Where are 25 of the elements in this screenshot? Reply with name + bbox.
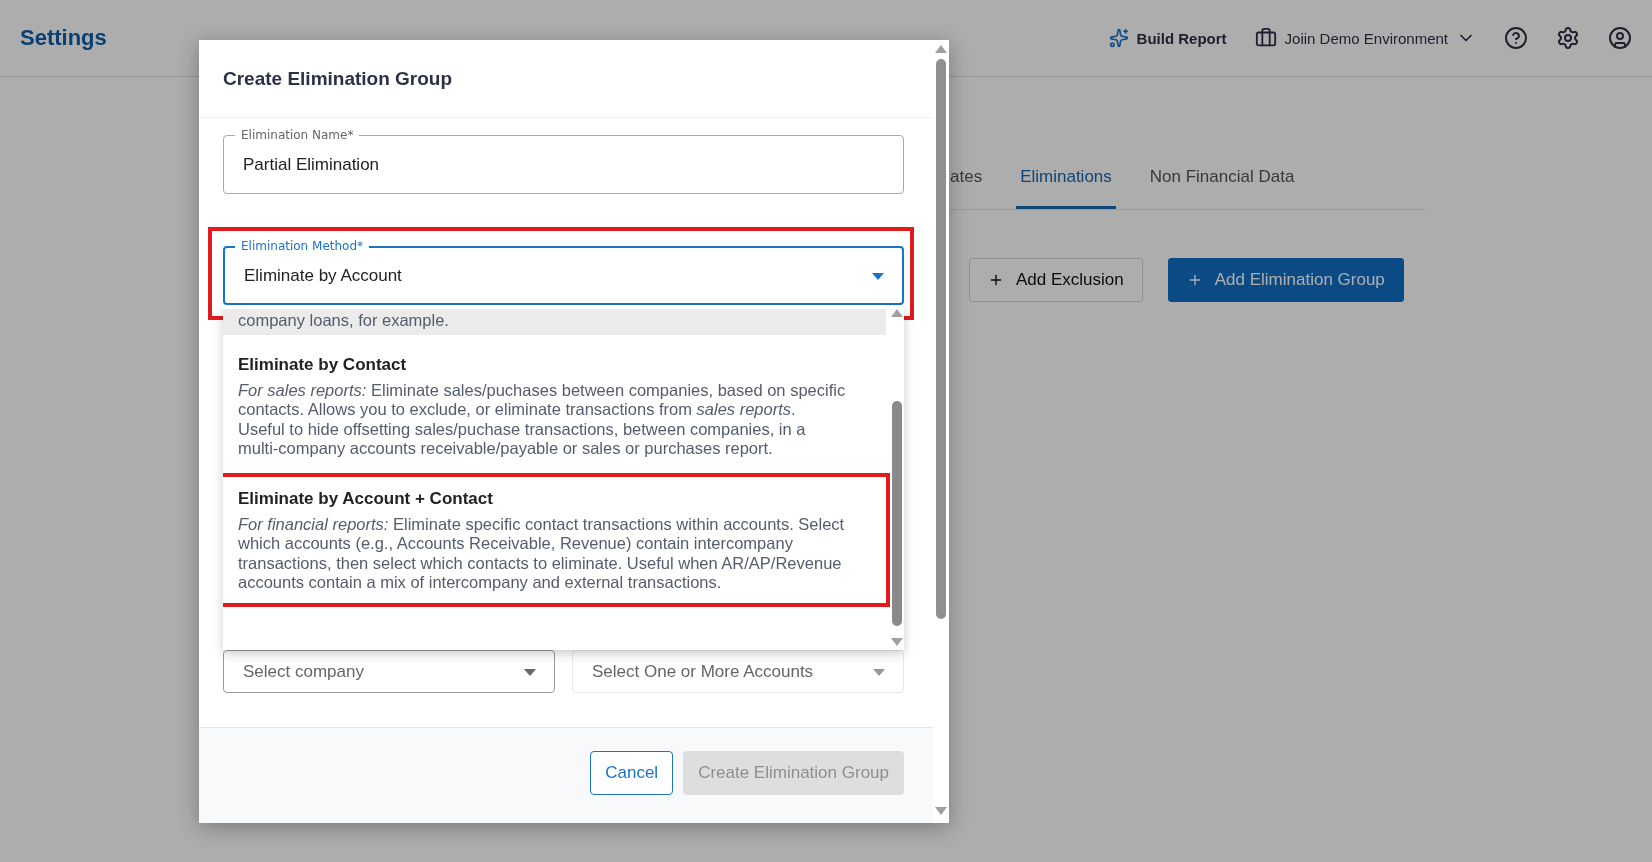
option-description: For financial reports: Eliminate specific contact transactions within accounts. Select which accounts (e.g., Accounts Receivable, Revenue) contain intercompany transactions, then select which contacts to eliminate. Useful when AR/AP/Revenue accounts contain a mix of intercompany and external transactions. <box>238 514 846 593</box>
page-title: Settings <box>20 25 108 51</box>
menu-option[interactable]: company loans, for example. <box>223 309 886 335</box>
add-group-button[interactable]: Add Elimination Group <box>1167 258 1404 302</box>
dialog-title: Create Elimination Group <box>223 67 453 90</box>
option-title: Eliminate by Contact <box>238 354 408 375</box>
sparkle-icon[interactable] <box>1108 28 1129 48</box>
add-exclusion-button[interactable]: Add Exclusion <box>969 258 1143 302</box>
caret-icon <box>873 668 885 676</box>
option-title: Eliminate by Account + Contact <box>238 488 494 509</box>
settings-icon[interactable] <box>1556 26 1580 50</box>
tab[interactable]: ates <box>946 167 987 209</box>
plus-icon <box>988 272 1004 288</box>
environment-selector[interactable]: Joiin Demo Environment <box>1284 29 1448 47</box>
build-report-link[interactable]: Build Report <box>1136 29 1227 47</box>
user-icon[interactable] <box>1608 26 1632 50</box>
option-description: company loans, for example. <box>238 311 450 331</box>
option-description: For sales reports: Eliminate sales/puchases between companies, based on specific contacts. Allows you to exclude, or eliminate transactions from sales reports. Useful to hide offsetting sales/puchase transactions, between companies, in a multi-company accounts receivable/payable or sales or purchases report. <box>238 380 846 459</box>
cancel-button[interactable]: Cancel <box>590 750 674 795</box>
caret-icon <box>524 668 536 676</box>
caret-icon <box>872 272 884 280</box>
help-icon[interactable] <box>1504 26 1528 50</box>
tab[interactable]: Eliminations <box>1016 167 1116 209</box>
briefcase-icon <box>1254 27 1277 49</box>
tab[interactable]: Non Financial Data <box>1145 167 1299 209</box>
